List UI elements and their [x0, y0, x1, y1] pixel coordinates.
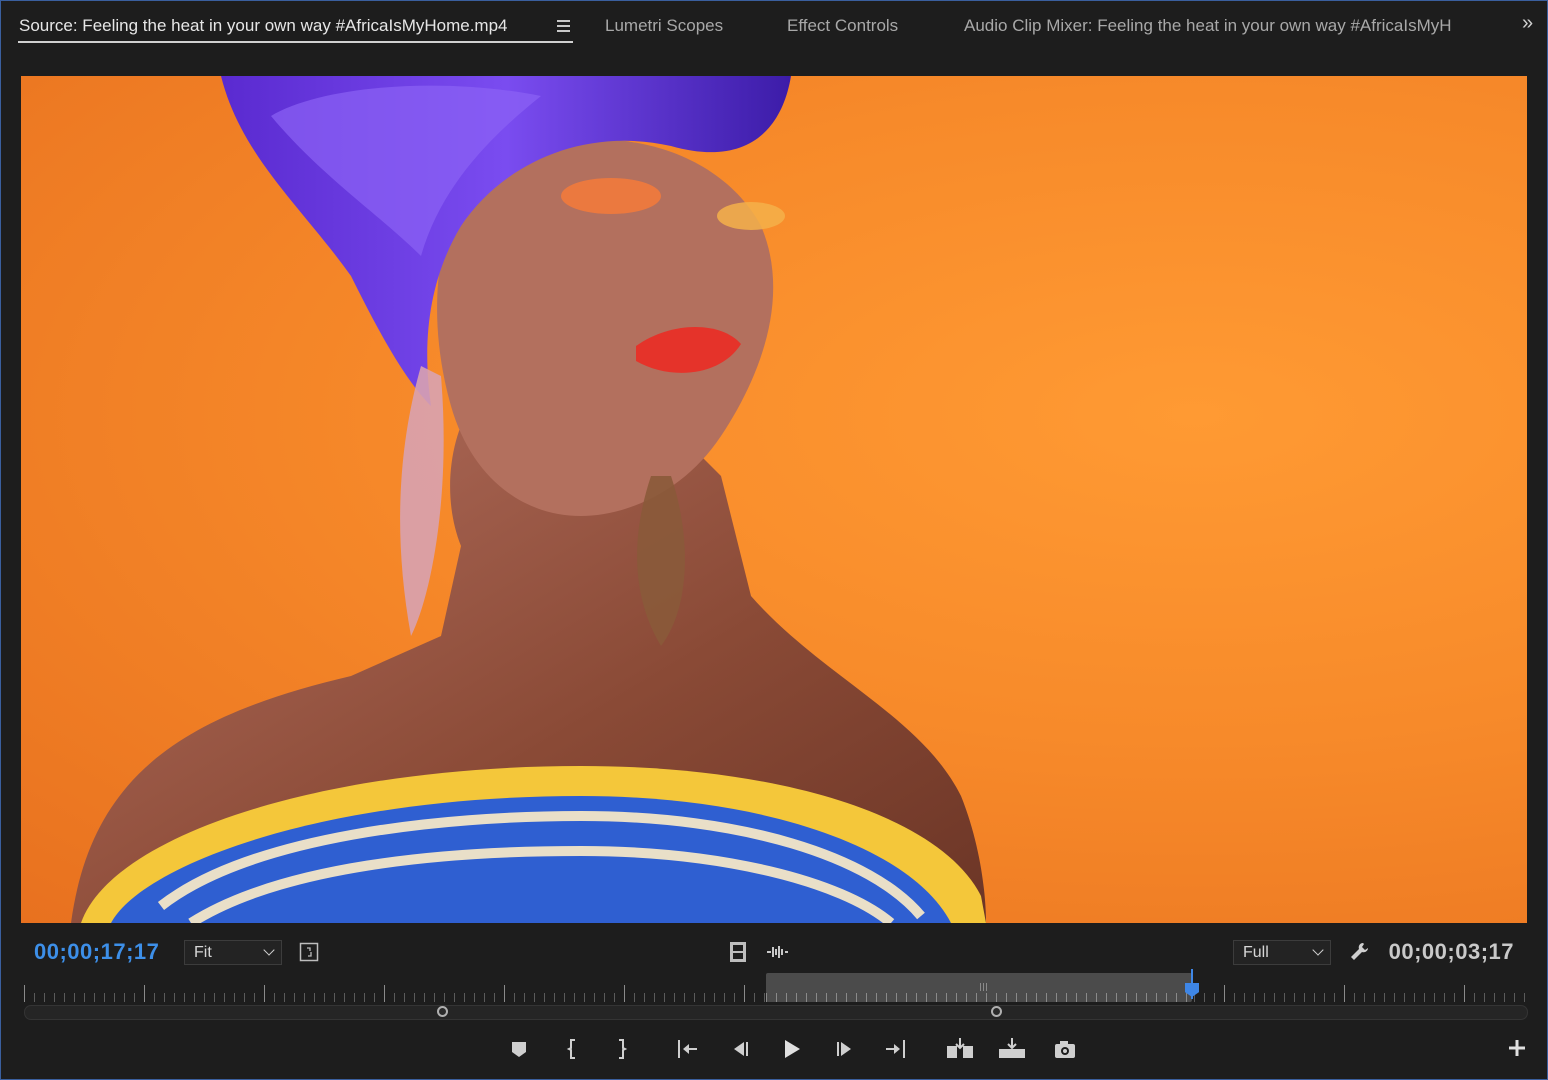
go-to-in-icon[interactable]	[675, 1036, 701, 1062]
mark-in-icon[interactable]	[560, 1036, 586, 1062]
zoom-level-value: Fit	[194, 944, 212, 961]
playback-resolution-value: Full	[1243, 944, 1269, 961]
wrench-icon[interactable]	[1348, 940, 1372, 964]
audio-waveform-icon[interactable]	[765, 944, 789, 960]
time-ruler[interactable]	[24, 969, 1526, 1005]
in-out-duration-timecode: 00;00;03;17	[1388, 939, 1514, 964]
film-strip-icon[interactable]	[729, 941, 747, 963]
chevron-down-icon	[263, 944, 275, 956]
hamburger-icon[interactable]	[557, 20, 570, 32]
step-forward-icon[interactable]	[832, 1036, 858, 1062]
safe-margins-icon[interactable]	[299, 942, 319, 962]
marker-icon[interactable]	[506, 1036, 532, 1062]
go-to-out-icon[interactable]	[882, 1036, 908, 1062]
range-ticks	[766, 993, 1192, 1002]
zoom-start-handle[interactable]	[437, 1006, 448, 1017]
playhead-timecode[interactable]: 00;00;17;17	[34, 939, 159, 965]
tab-lumetri-scopes[interactable]: Lumetri Scopes	[605, 16, 723, 36]
chevron-down-icon	[1312, 944, 1324, 956]
mark-out-icon[interactable]	[608, 1036, 634, 1062]
panel-tab-bar: Source: Feeling the heat in your own way…	[0, 0, 1548, 52]
step-back-icon[interactable]	[727, 1036, 753, 1062]
plus-icon[interactable]	[1507, 1038, 1527, 1058]
tab-source[interactable]: Source: Feeling the heat in your own way…	[19, 16, 508, 36]
in-out-range[interactable]	[766, 973, 1192, 1002]
source-video-frame[interactable]	[21, 76, 1527, 923]
tab-audio-clip-mixer[interactable]: Audio Clip Mixer: Feeling the heat in yo…	[964, 16, 1488, 36]
zoom-end-handle[interactable]	[991, 1006, 1002, 1017]
range-grip[interactable]	[980, 983, 988, 991]
active-tab-underline	[18, 41, 573, 43]
play-icon[interactable]	[778, 1036, 804, 1062]
overwrite-icon[interactable]	[997, 1036, 1027, 1062]
export-frame-icon[interactable]	[1052, 1036, 1078, 1062]
zoom-scroll-bar[interactable]	[24, 1005, 1528, 1020]
insert-icon[interactable]	[945, 1036, 975, 1062]
transport-controls	[0, 1032, 1548, 1066]
double-chevron-right-icon[interactable]: »	[1522, 12, 1533, 35]
zoom-level-dropdown[interactable]: Fit	[184, 940, 282, 965]
monitor-control-row: 00;00;17;17 Fit Full 00;00;03;17	[0, 930, 1548, 974]
playback-resolution-dropdown[interactable]: Full	[1233, 940, 1331, 965]
tab-effect-controls[interactable]: Effect Controls	[787, 16, 898, 36]
video-content-image	[71, 76, 986, 923]
